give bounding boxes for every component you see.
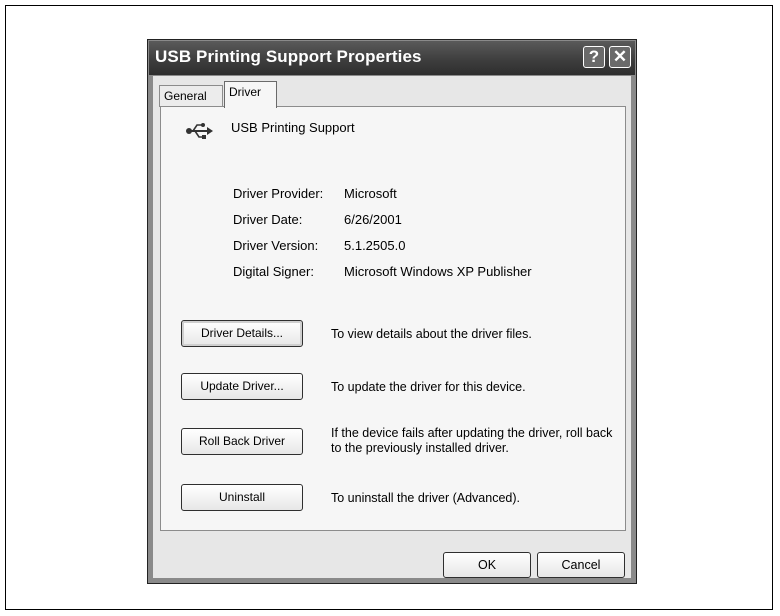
roll-back-driver-description: If the device fails after updating the d… — [331, 426, 613, 455]
digital-signer-label: Digital Signer: — [233, 264, 314, 279]
driver-tab-panel: USB Printing Support Driver Provider: Mi… — [160, 106, 626, 531]
driver-details-description: To view details about the driver files. — [331, 327, 532, 341]
close-button[interactable]: ✕ — [609, 46, 631, 68]
cancel-button[interactable]: Cancel — [537, 552, 625, 578]
help-icon: ? — [588, 47, 600, 66]
usb-icon — [186, 123, 213, 139]
driver-date-label: Driver Date: — [233, 212, 303, 227]
ok-button[interactable]: OK — [443, 552, 531, 578]
digital-signer-value: Microsoft Windows XP Publisher — [344, 264, 532, 279]
tab-driver[interactable]: Driver — [224, 81, 277, 108]
device-name: USB Printing Support — [231, 120, 355, 135]
uninstall-description: To uninstall the driver (Advanced). — [331, 491, 520, 505]
driver-provider-label: Driver Provider: — [233, 186, 324, 201]
properties-dialog: USB Printing Support Properties ? ✕ Gene… — [147, 39, 637, 584]
tab-general[interactable]: General — [159, 85, 223, 107]
update-driver-description: To update the driver for this device. — [331, 380, 526, 394]
title-bar[interactable]: USB Printing Support Properties ? ✕ — [149, 41, 635, 75]
dialog-client-area: General Driver USB Printing Support Driv… — [153, 76, 631, 578]
window-title: USB Printing Support Properties — [155, 47, 422, 66]
driver-version-label: Driver Version: — [233, 238, 319, 253]
driver-date-value: 6/26/2001 — [344, 212, 402, 227]
update-driver-button[interactable]: Update Driver... — [181, 373, 303, 400]
help-button[interactable]: ? — [583, 46, 605, 68]
roll-back-driver-button[interactable]: Roll Back Driver — [181, 428, 303, 455]
close-icon: ✕ — [612, 47, 628, 66]
driver-provider-value: Microsoft — [344, 186, 397, 201]
driver-version-value: 5.1.2505.0 — [344, 238, 406, 253]
uninstall-button[interactable]: Uninstall — [181, 484, 303, 511]
driver-details-button[interactable]: Driver Details... — [181, 320, 303, 347]
